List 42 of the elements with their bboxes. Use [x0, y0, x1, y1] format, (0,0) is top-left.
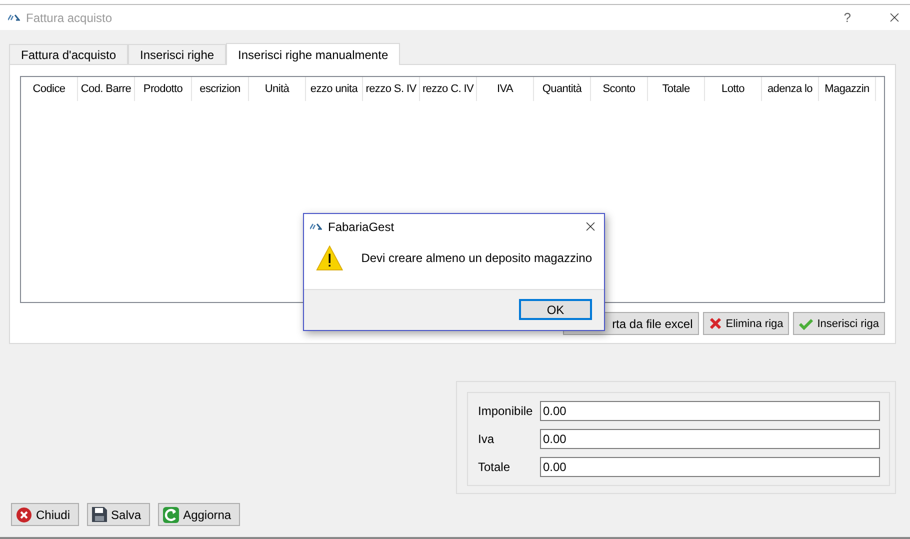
column-header[interactable]: Sconto: [591, 77, 648, 101]
app-logo-icon: [8, 13, 20, 22]
input-field[interactable]: 0.00: [540, 400, 880, 421]
delete-row-button[interactable]: Elimina riga: [702, 312, 790, 335]
column-header[interactable]: ezzo unita: [306, 77, 363, 101]
cross-icon: [708, 317, 722, 330]
column-header[interactable]: adenza lo: [762, 77, 819, 101]
field-label: Iva: [478, 432, 496, 446]
add-row-button[interactable]: Inserisci riga: [793, 312, 885, 335]
app-logo-icon: [310, 222, 322, 231]
input-field[interactable]: 0.00: [540, 457, 880, 478]
input-field[interactable]: 0.00: [540, 428, 880, 449]
column-header[interactable]: Lotto: [705, 77, 762, 101]
dialog-message: Devi creare almeno un deposito magazzino: [361, 251, 592, 265]
floppy-icon: [92, 507, 108, 522]
dialog-title: FabariaGest: [328, 220, 396, 234]
column-header[interactable]: Magazzin: [819, 77, 876, 101]
close-icon: [16, 506, 32, 522]
column-header[interactable]: Cod. Barre: [78, 77, 135, 101]
close-button[interactable]: Chiudi: [11, 503, 80, 526]
column-header[interactable]: rezzo C. IV: [420, 77, 477, 101]
column-header[interactable]: Codice: [21, 77, 78, 101]
ok-button[interactable]: OK: [519, 299, 592, 320]
help-button[interactable]: ?: [844, 10, 851, 25]
refresh-icon: [163, 506, 180, 522]
column-header[interactable]: IVA: [477, 77, 534, 101]
warning-icon: [316, 243, 344, 273]
column-header[interactable]: escrizion: [192, 77, 249, 101]
window-title: Fattura acquisto: [26, 10, 114, 24]
column-header[interactable]: Prodotto: [135, 77, 192, 101]
refresh-button[interactable]: Aggiorna: [158, 503, 240, 526]
field-label: Imponibile: [478, 404, 534, 418]
save-button[interactable]: Salva: [87, 503, 150, 526]
tab[interactable]: Inserisci righe: [128, 44, 226, 64]
column-header[interactable]: Unità: [249, 77, 306, 101]
field-label: Totale: [478, 460, 512, 474]
tab[interactable]: Inserisci righe manualmente: [226, 43, 400, 65]
check-icon: [799, 318, 814, 330]
column-header[interactable]: rezzo S. IV: [363, 77, 420, 101]
tab[interactable]: Fattura d'acquisto: [9, 44, 128, 64]
column-header[interactable]: Totale: [648, 77, 705, 101]
column-header[interactable]: Quantità: [534, 77, 591, 101]
